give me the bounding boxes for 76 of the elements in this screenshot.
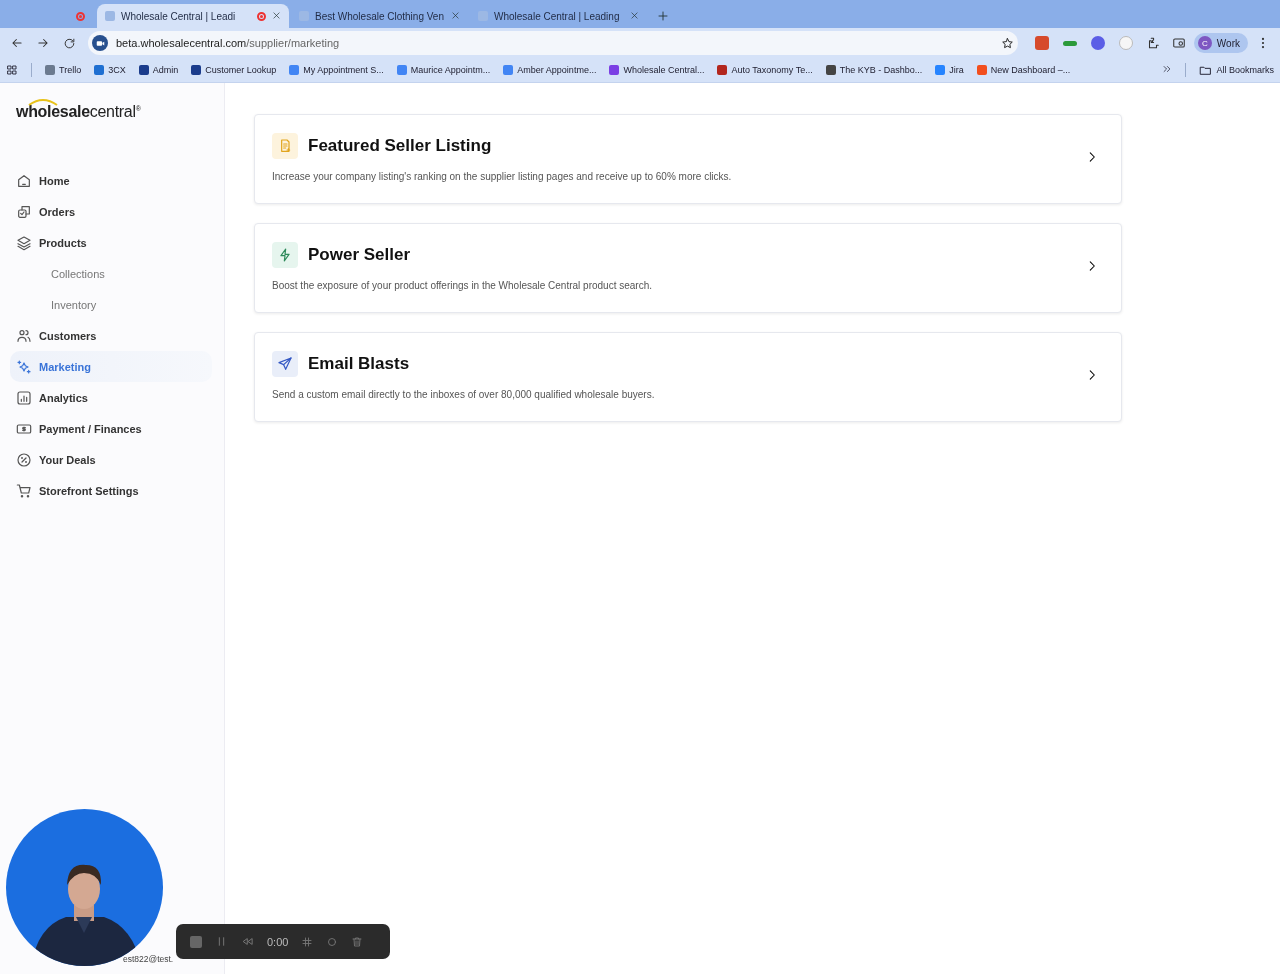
bookmark[interactable]: Amber Appointme... xyxy=(503,65,597,75)
document-icon xyxy=(272,132,298,159)
sidebar-item[interactable]: Products xyxy=(16,227,214,258)
sidebar-item[interactable]: Marketing xyxy=(10,351,212,382)
bookmark[interactable]: New Dashboard –... xyxy=(976,65,1071,75)
url-text: beta.wholesalecentral.com/supplier/marketing xyxy=(116,37,340,49)
extension-icon[interactable] xyxy=(1034,36,1049,50)
bookmark[interactable]: My Appointment S... xyxy=(289,65,384,75)
sidebar-item[interactable]: Home xyxy=(16,165,214,196)
send-icon xyxy=(272,350,298,377)
cart-icon xyxy=(16,482,32,499)
trash-icon[interactable] xyxy=(351,935,364,948)
card-title: Power Seller xyxy=(308,244,411,265)
camera-icon xyxy=(92,35,108,51)
forward-icon[interactable] xyxy=(36,36,50,50)
close-icon[interactable] xyxy=(451,11,460,20)
avatar: C xyxy=(1197,36,1212,50)
layers-icon xyxy=(16,234,32,251)
close-icon[interactable] xyxy=(272,11,281,20)
circle-icon[interactable] xyxy=(326,935,339,948)
sidebar-item[interactable]: Customers xyxy=(16,320,214,351)
sparkle-icon xyxy=(16,358,32,375)
tab-title: Wholesale Central | Leadi xyxy=(121,10,237,22)
promo-card[interactable]: Power Seller Boost the exposure of your product offerings in the Wholesale Central product search. xyxy=(254,223,1122,313)
tab-title: Wholesale Central | Leading xyxy=(494,10,621,22)
card-description: Increase your company listing's ranking on the supplier listing pages and receive up to 60% more clicks. xyxy=(272,170,733,182)
grid-icon[interactable] xyxy=(301,935,314,948)
sidebar-item[interactable]: Orders xyxy=(16,196,214,227)
chart-icon xyxy=(16,389,32,406)
plus-icon[interactable] xyxy=(657,10,669,22)
bookmark[interactable]: Jira xyxy=(935,65,964,75)
bookmark[interactable]: Maurice Appointm... xyxy=(396,65,491,75)
card-description: Boost the exposure of your product offerings in the Wholesale Central product search. xyxy=(272,279,654,291)
account-email: est822@test. xyxy=(123,954,174,964)
tab-search-icon[interactable] xyxy=(1171,36,1186,50)
extension-icon[interactable] xyxy=(1062,40,1077,46)
sidebar-subitem[interactable]: Collections xyxy=(16,258,214,289)
reload-icon[interactable] xyxy=(62,36,76,50)
card-title: Email Blasts xyxy=(308,353,410,374)
back-icon[interactable] xyxy=(10,36,24,50)
bookmark[interactable]: Trello xyxy=(45,65,82,75)
timer: 0:00 xyxy=(267,935,289,948)
bookmark[interactable]: 3CX xyxy=(94,65,126,75)
sidebar-item[interactable]: Payment / Finances xyxy=(16,413,214,444)
favicon-icon xyxy=(105,11,115,21)
browser-tab[interactable]: Wholesale Central | Leading xyxy=(470,4,647,28)
rewind-icon[interactable] xyxy=(241,935,254,948)
users-icon xyxy=(16,327,32,344)
card-description: Send a custom email directly to the inboxes of over 80,000 qualified wholesale buyers. xyxy=(272,388,656,400)
star-icon[interactable] xyxy=(1000,36,1014,50)
sidebar-item[interactable]: Analytics xyxy=(16,382,214,413)
sidebar-item[interactable]: Your Deals xyxy=(16,444,214,475)
lightning-icon xyxy=(272,241,298,268)
card-title: Featured Seller Listing xyxy=(308,135,492,156)
bookmark[interactable]: Customer Lookup xyxy=(191,65,277,75)
percent-icon xyxy=(16,451,32,468)
stop-icon[interactable] xyxy=(190,935,202,948)
promo-card[interactable]: Featured Seller Listing Increase your company listing's ranking on the supplier listing pages and receive up to 60% more clicks. xyxy=(254,114,1122,204)
orders-icon xyxy=(16,203,32,220)
bookmark[interactable]: Wholesale Central... xyxy=(609,65,705,75)
bookmark[interactable]: The KYB - Dashbo... xyxy=(825,65,923,75)
address-bar[interactable]: beta.wholesalecentral.com/supplier/marketing xyxy=(88,31,1018,55)
browser-tab[interactable]: Wholesale Central | Leadi xyxy=(97,4,289,28)
promo-card[interactable]: Email Blasts Send a custom email directly to the inboxes of over 80,000 qualified wholesale buyers. xyxy=(254,332,1122,422)
home-icon xyxy=(16,172,32,189)
extension-icon[interactable] xyxy=(1090,36,1105,50)
sidebar-item[interactable]: Storefront Settings xyxy=(16,475,214,506)
tab-title: Best Wholesale Clothing Ven xyxy=(315,10,445,22)
bookmark[interactable]: Admin xyxy=(138,65,179,75)
close-icon[interactable] xyxy=(630,11,639,20)
all-bookmarks[interactable]: All Bookmarks xyxy=(1199,63,1274,77)
sidebar-subitem[interactable]: Inventory xyxy=(16,289,214,320)
apps-icon[interactable] xyxy=(6,64,18,76)
browser-tab[interactable]: Best Wholesale Clothing Ven xyxy=(291,4,468,28)
profile-button[interactable]: C Work xyxy=(1193,33,1248,53)
bookmark[interactable]: Auto Taxonomy Te... xyxy=(717,65,813,75)
